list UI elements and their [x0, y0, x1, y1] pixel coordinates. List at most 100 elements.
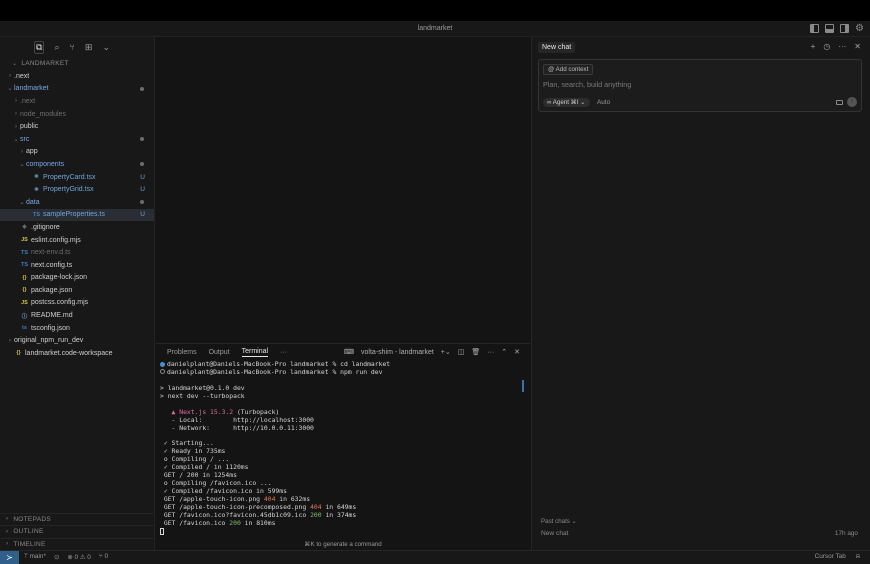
chevron-down-icon: ⌄ — [19, 161, 25, 168]
more-tabs-button[interactable]: ··· — [280, 349, 287, 356]
remote-icon[interactable]: ≻ — [0, 551, 19, 564]
tree-item[interactable]: ⌄ data — [0, 196, 154, 209]
panel-tabs: Problems Output Terminal ··· ⌨ volta-shi… — [156, 344, 530, 361]
add-terminal-icon[interactable]: +⌄ — [441, 348, 451, 356]
tree-item[interactable]: TS sampleProperties.ts U — [0, 208, 154, 222]
next-version: ▲ Next.js 15.3.2 — [171, 407, 234, 416]
split-terminal-icon[interactable]: ◫ — [458, 348, 465, 356]
toggle-panel-icon[interactable] — [825, 24, 835, 33]
tree-item[interactable]: {} package-lock.json — [0, 272, 154, 285]
model-select[interactable]: Auto — [597, 99, 610, 106]
tree-item[interactable]: ◈ .gitignore — [0, 221, 154, 234]
branch-indicator[interactable]: ᛘ main* — [24, 553, 46, 561]
status-right: Cursor Tab ⍾ — [815, 553, 860, 561]
tree-item[interactable]: ⚛ PropertyCard.tsx U — [0, 171, 154, 184]
tree-item[interactable]: JS postcss.config.mjs — [0, 297, 154, 310]
add-context-button[interactable]: @ Add context — [543, 64, 594, 75]
chat-header: New chat + ◷ ··· ✕ — [532, 37, 870, 57]
maximize-panel-icon[interactable]: ⌃ — [501, 348, 507, 356]
close-icon[interactable]: ✕ — [854, 42, 861, 51]
tree-item-label: .next — [20, 97, 36, 105]
notepads-section[interactable]: › NOTEPADS — [0, 512, 155, 526]
terminal-scrollbar[interactable] — [522, 380, 524, 392]
typescript-file-icon: TS — [32, 211, 41, 218]
terminal-name[interactable]: volta-shim - landmarket — [361, 349, 434, 356]
tree-item[interactable]: › .next — [0, 70, 154, 83]
tree-item[interactable]: ts tsconfig.json — [0, 322, 154, 335]
chat-composer: @ Add context ∞ Agent ⌘I ⌄ Auto ↑ — [538, 59, 862, 112]
chat-panel: New chat + ◷ ··· ✕ @ Add context ∞ Agent… — [531, 37, 870, 550]
react-file-icon: ⚛ — [34, 186, 39, 193]
timeline-section[interactable]: › TIMELINE — [0, 537, 155, 551]
tab-output[interactable]: Output — [209, 349, 230, 356]
history-icon[interactable]: ◷ — [823, 42, 830, 51]
more-actions-icon[interactable]: ··· — [487, 349, 494, 356]
tree-item-label: eslint.config.mjs — [31, 236, 81, 244]
tree-item[interactable]: ⌄ src — [0, 133, 154, 146]
modified-dot-icon — [140, 162, 144, 167]
files-icon[interactable]: ⧉ — [34, 40, 45, 54]
sync-icon[interactable]: ⊙ — [54, 553, 59, 561]
tree-item[interactable]: TS next-env.d.ts — [0, 246, 154, 259]
terminal-output[interactable]: danielplant@Daniels-MacBook-Pro landmark… — [156, 360, 530, 551]
tree-item[interactable]: JS eslint.config.mjs — [0, 234, 154, 247]
tree-item-label: landmarket — [14, 85, 49, 93]
source-control-icon[interactable]: ⑂ — [69, 42, 74, 52]
top-black-bar — [0, 0, 870, 21]
typescript-file-icon: ts — [22, 325, 27, 332]
tree-item[interactable]: {} landmarket.code-workspace — [0, 347, 154, 360]
tree-item[interactable]: ⓘ README.md — [0, 309, 154, 322]
editor-area — [156, 37, 530, 342]
window-title: landmarket — [417, 25, 453, 32]
explorer-root-header[interactable]: ⌄ LANDMARKET — [0, 57, 154, 70]
toggle-secondary-sidebar-icon[interactable] — [840, 24, 850, 33]
chat-input[interactable] — [543, 79, 843, 89]
chevron-right-icon: › — [9, 73, 11, 80]
tab-problems[interactable]: Problems — [167, 349, 197, 356]
tree-item[interactable]: › public — [0, 120, 154, 133]
layout-toggles: ⚙ — [810, 24, 864, 34]
search-icon[interactable]: ⌕ — [54, 42, 59, 53]
bell-icon[interactable]: ⍾ — [856, 553, 860, 561]
chat-tab[interactable]: New chat — [538, 41, 576, 53]
send-button[interactable]: ↑ — [847, 97, 857, 107]
past-chat-item[interactable]: New chat — [541, 530, 569, 537]
tree-item[interactable]: ⌄ landmarket — [0, 83, 154, 96]
problems-indicator[interactable]: ⊗ 0 ⚠ 0 — [67, 553, 91, 561]
terminal-line: in 374ms — [321, 510, 357, 519]
tree-item[interactable]: {} package.json — [0, 284, 154, 297]
chevron-right-icon: › — [9, 337, 11, 344]
extensions-icon[interactable]: ⊞ — [85, 42, 93, 53]
more-icon[interactable]: ··· — [838, 42, 846, 51]
tree-item[interactable]: › original_npm_run_dev — [0, 334, 154, 347]
chevron-down-icon[interactable]: ⌄ — [102, 42, 110, 53]
terminal-line: danielplant@Daniels-MacBook-Pro landmark… — [167, 360, 391, 368]
tree-item[interactable]: TS next.config.ts — [0, 259, 154, 272]
agent-mode-select[interactable]: ∞ Agent ⌘I ⌄ — [543, 98, 590, 107]
image-icon[interactable] — [836, 100, 843, 105]
new-chat-icon[interactable]: + — [811, 42, 816, 51]
outline-section[interactable]: › OUTLINE — [0, 525, 155, 538]
past-chats-toggle[interactable]: Past chats ⌄ — [541, 518, 577, 525]
settings-gear-icon[interactable]: ⚙ — [855, 24, 864, 34]
outline-label: OUTLINE — [13, 528, 44, 536]
trash-icon[interactable]: 🗑 — [471, 348, 480, 356]
tree-item-label: app — [26, 148, 38, 156]
terminal-line: danielplant@Daniels-MacBook-Pro landmark… — [167, 367, 383, 376]
ports-indicator[interactable]: ⑂ 0 — [99, 553, 108, 561]
tree-item[interactable]: › .next — [0, 95, 154, 108]
tree-item[interactable]: › node_modules — [0, 108, 154, 121]
cursor-tab-indicator[interactable]: Cursor Tab — [815, 553, 846, 561]
tree-item-label: .gitignore — [31, 223, 60, 231]
json-file-icon: {} — [16, 350, 21, 357]
notepads-label: NOTEPADS — [13, 515, 51, 523]
toggle-sidebar-icon[interactable] — [810, 24, 820, 33]
tab-terminal[interactable]: Terminal — [241, 348, 269, 357]
tree-item-label: PropertyGrid.tsx — [43, 186, 94, 194]
typescript-file-icon: TS — [20, 262, 29, 269]
sidebar-bottom-sections: › NOTEPADS › OUTLINE › TIMELINE — [0, 512, 155, 551]
tree-item[interactable]: › app — [0, 146, 154, 159]
close-panel-icon[interactable]: ✕ — [514, 348, 520, 356]
tree-item[interactable]: ⚛ PropertyGrid.tsx U — [0, 183, 154, 196]
tree-item[interactable]: ⌄ components — [0, 158, 154, 171]
